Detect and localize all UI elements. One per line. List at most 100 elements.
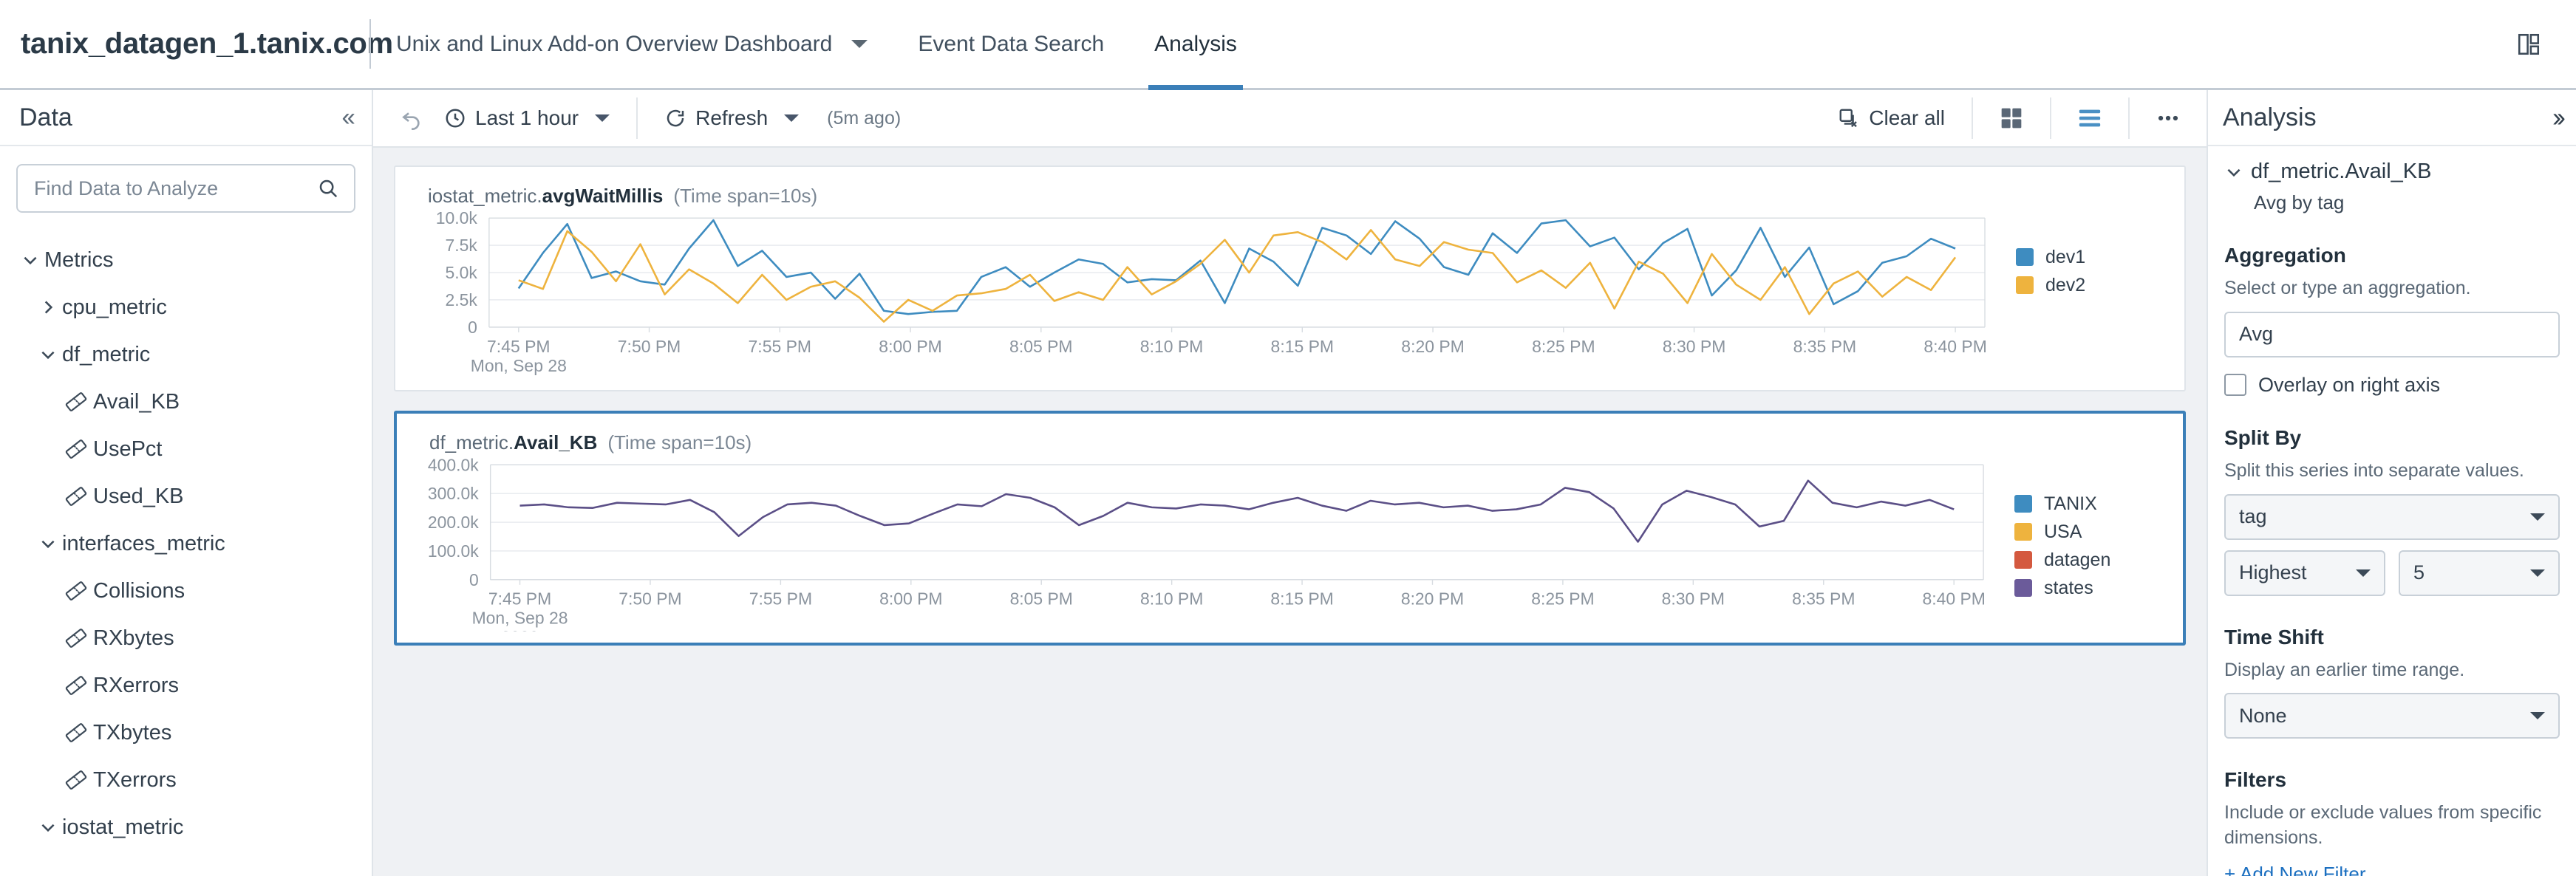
chevron-down-icon[interactable] (34, 534, 62, 553)
legend-item[interactable]: USA (2014, 518, 2167, 546)
measure-icon (59, 485, 93, 507)
tree-item-rxerrors[interactable]: RXerrors (0, 662, 372, 709)
chart-svg: 0 2.5k 5.0k 7.5k 10.0k 7:45 PMMon, Sep 282020… (436, 208, 1987, 394)
tree-item-avail_kb[interactable]: Avail_KB (0, 378, 372, 425)
tree-item-used_kb[interactable]: Used_KB (0, 473, 372, 520)
tree-item-iostat_metric[interactable]: iostat_metric (0, 804, 372, 851)
time-shift-heading: Time Shift (2224, 625, 2324, 649)
search-input[interactable] (33, 176, 317, 201)
legend-item[interactable]: dev2 (2016, 271, 2168, 299)
x-tick-label: 8:20 PM (1401, 337, 1464, 356)
split-by-count-select[interactable]: 5 (2399, 550, 2560, 596)
tab-analysis[interactable]: Analysis (1129, 0, 1262, 90)
x-tick-label: 7:45 PM (487, 337, 550, 356)
chevron-down-icon[interactable] (34, 818, 62, 837)
metrics-tree: Metrics cpu_metric df_metric Avail_KB UsePct… (0, 220, 372, 851)
add-new-filter-link[interactable]: + Add New Filter (2224, 863, 2560, 876)
refresh-button[interactable]: Refresh (654, 106, 809, 130)
clear-all-button[interactable]: Clear all (1827, 106, 1955, 130)
chart-legend: dev1 dev2 (1998, 208, 2168, 299)
tree-item-txbytes[interactable]: TXbytes (0, 709, 372, 756)
legend-item[interactable]: states (2014, 574, 2167, 602)
collapse-left-icon[interactable]: ‹‹ (341, 103, 355, 132)
split-by-section: Split By Split this series into separate… (2224, 426, 2560, 596)
y-tick-label: 2.5k (445, 290, 477, 309)
chevron-down-icon[interactable] (16, 250, 44, 270)
overlay-right-axis-checkbox[interactable]: Overlay on right axis (2224, 374, 2560, 397)
chevron-right-icon[interactable] (34, 298, 62, 317)
legend-label: dev1 (2045, 246, 2086, 267)
tab-event-data-search[interactable]: Event Data Search (893, 0, 1129, 88)
split-by-order-select[interactable]: Highest (2224, 550, 2385, 596)
chevron-down-icon (2227, 168, 2241, 177)
legend-item[interactable]: dev1 (2016, 243, 2168, 271)
tree-item-label: iostat_metric (62, 815, 184, 839)
split-by-description: Split this series into separate values. (2224, 459, 2524, 481)
clear-all-icon (1839, 109, 1858, 128)
aggregation-description: Select or type an aggregation. (2224, 278, 2471, 298)
legend-label: dev2 (2045, 274, 2086, 295)
tree-item-usepct[interactable]: UsePct (0, 425, 372, 473)
clear-all-label: Clear all (1869, 106, 1945, 129)
measure-icon (59, 391, 93, 413)
grid-view-icon[interactable] (1989, 96, 2034, 140)
split-by-order-value: Highest (2239, 561, 2307, 584)
x-tick-label: 7:55 PM (749, 337, 811, 356)
chart-title: df_metric.Avail_KB (Time span=10s) (429, 431, 2167, 454)
plot-area[interactable]: 0 2.5k 5.0k 7.5k 10.0k 7:45 PMMon, Sep 282020… (412, 208, 1998, 394)
measure-icon (59, 438, 93, 460)
tab-analysis-label: Analysis (1154, 31, 1237, 56)
chart-card-0[interactable]: iostat_metric.avgWaitMillis (Time span=10… (394, 165, 2186, 394)
x-tick-label: 8:15 PM (1270, 589, 1333, 609)
tree-item-label: Metrics (44, 247, 114, 272)
tree-item-collisions[interactable]: Collisions (0, 567, 372, 615)
plot-area[interactable]: 0 100.0k 200.0k 300.0k 400.0k 7:45 PM Mon, Sep… (413, 454, 1997, 646)
ellipsis-icon[interactable] (2146, 96, 2190, 140)
tree-item-label: interfaces_metric (62, 531, 225, 555)
search-box[interactable] (16, 164, 355, 213)
tree-item-rxbytes[interactable]: RXbytes (0, 615, 372, 662)
y-tick-label: 200.0k (428, 513, 479, 532)
data-sidebar: Data ‹‹ Metrics cpu_metric df_metric Avail_… (0, 90, 373, 876)
tree-item-cpu_metric[interactable]: cpu_metric (0, 284, 372, 331)
chart-card-1[interactable]: df_metric.Avail_KB (Time span=10s) 0 100.0k… (394, 411, 2186, 647)
layout-toggle-icon[interactable] (2507, 22, 2551, 66)
tab-bar: Unix and Linux Add-on Overview Dashboard… (371, 0, 1262, 90)
measure-icon (59, 769, 93, 791)
grid-view-group (1973, 90, 2050, 146)
aggregation-input[interactable]: Avg (2224, 311, 2560, 357)
legend-item[interactable]: TANIX (2014, 490, 2167, 518)
filters-heading: Filters (2224, 768, 2287, 792)
chevron-down-icon (2530, 569, 2545, 577)
measure-icon (59, 627, 93, 649)
measure-icon (59, 674, 93, 697)
collapse-right-icon[interactable]: ›› (2552, 102, 2566, 133)
tree-item-df_metric[interactable]: df_metric (0, 331, 372, 378)
sidebar-title: Data (19, 103, 72, 131)
chart-title-timespan: (Time span=10s) (673, 185, 818, 207)
sidebar-header: Data ‹‹ (0, 90, 372, 146)
tree-item-metrics[interactable]: Metrics (0, 236, 372, 284)
tab-dashboard-selector[interactable]: Unix and Linux Add-on Overview Dashboard (371, 0, 893, 88)
chevron-down-icon[interactable] (34, 345, 62, 364)
chevron-down-icon (784, 114, 800, 122)
chevron-down-icon (2530, 712, 2545, 720)
time-shift-select[interactable]: None (2224, 693, 2560, 739)
undo-icon[interactable] (389, 96, 434, 140)
series-header[interactable]: df_metric.Avail_KB (2224, 160, 2560, 184)
tree-item-interfaces_metric[interactable]: interfaces_metric (0, 520, 372, 567)
list-view-icon[interactable] (2068, 96, 2112, 140)
tree-item-txerrors[interactable]: TXerrors (0, 756, 372, 804)
checkbox-box (2224, 374, 2246, 397)
x-tick-label: 8:35 PM (1792, 589, 1855, 609)
chevron-down-icon (2356, 569, 2371, 577)
time-range-button[interactable]: Last 1 hour (434, 106, 620, 130)
legend-item[interactable]: datagen (2014, 546, 2167, 574)
split-by-dimension-select[interactable]: tag (2224, 493, 2560, 540)
y-tick-label: 0 (468, 318, 477, 337)
legend-label: TANIX (2044, 493, 2097, 514)
clear-all-group: Clear all (1811, 90, 1972, 146)
legend-swatch (2014, 579, 2032, 597)
x-axis-year: 2020 (501, 628, 539, 632)
filters-description: Include or exclude values from specific … (2224, 802, 2542, 848)
